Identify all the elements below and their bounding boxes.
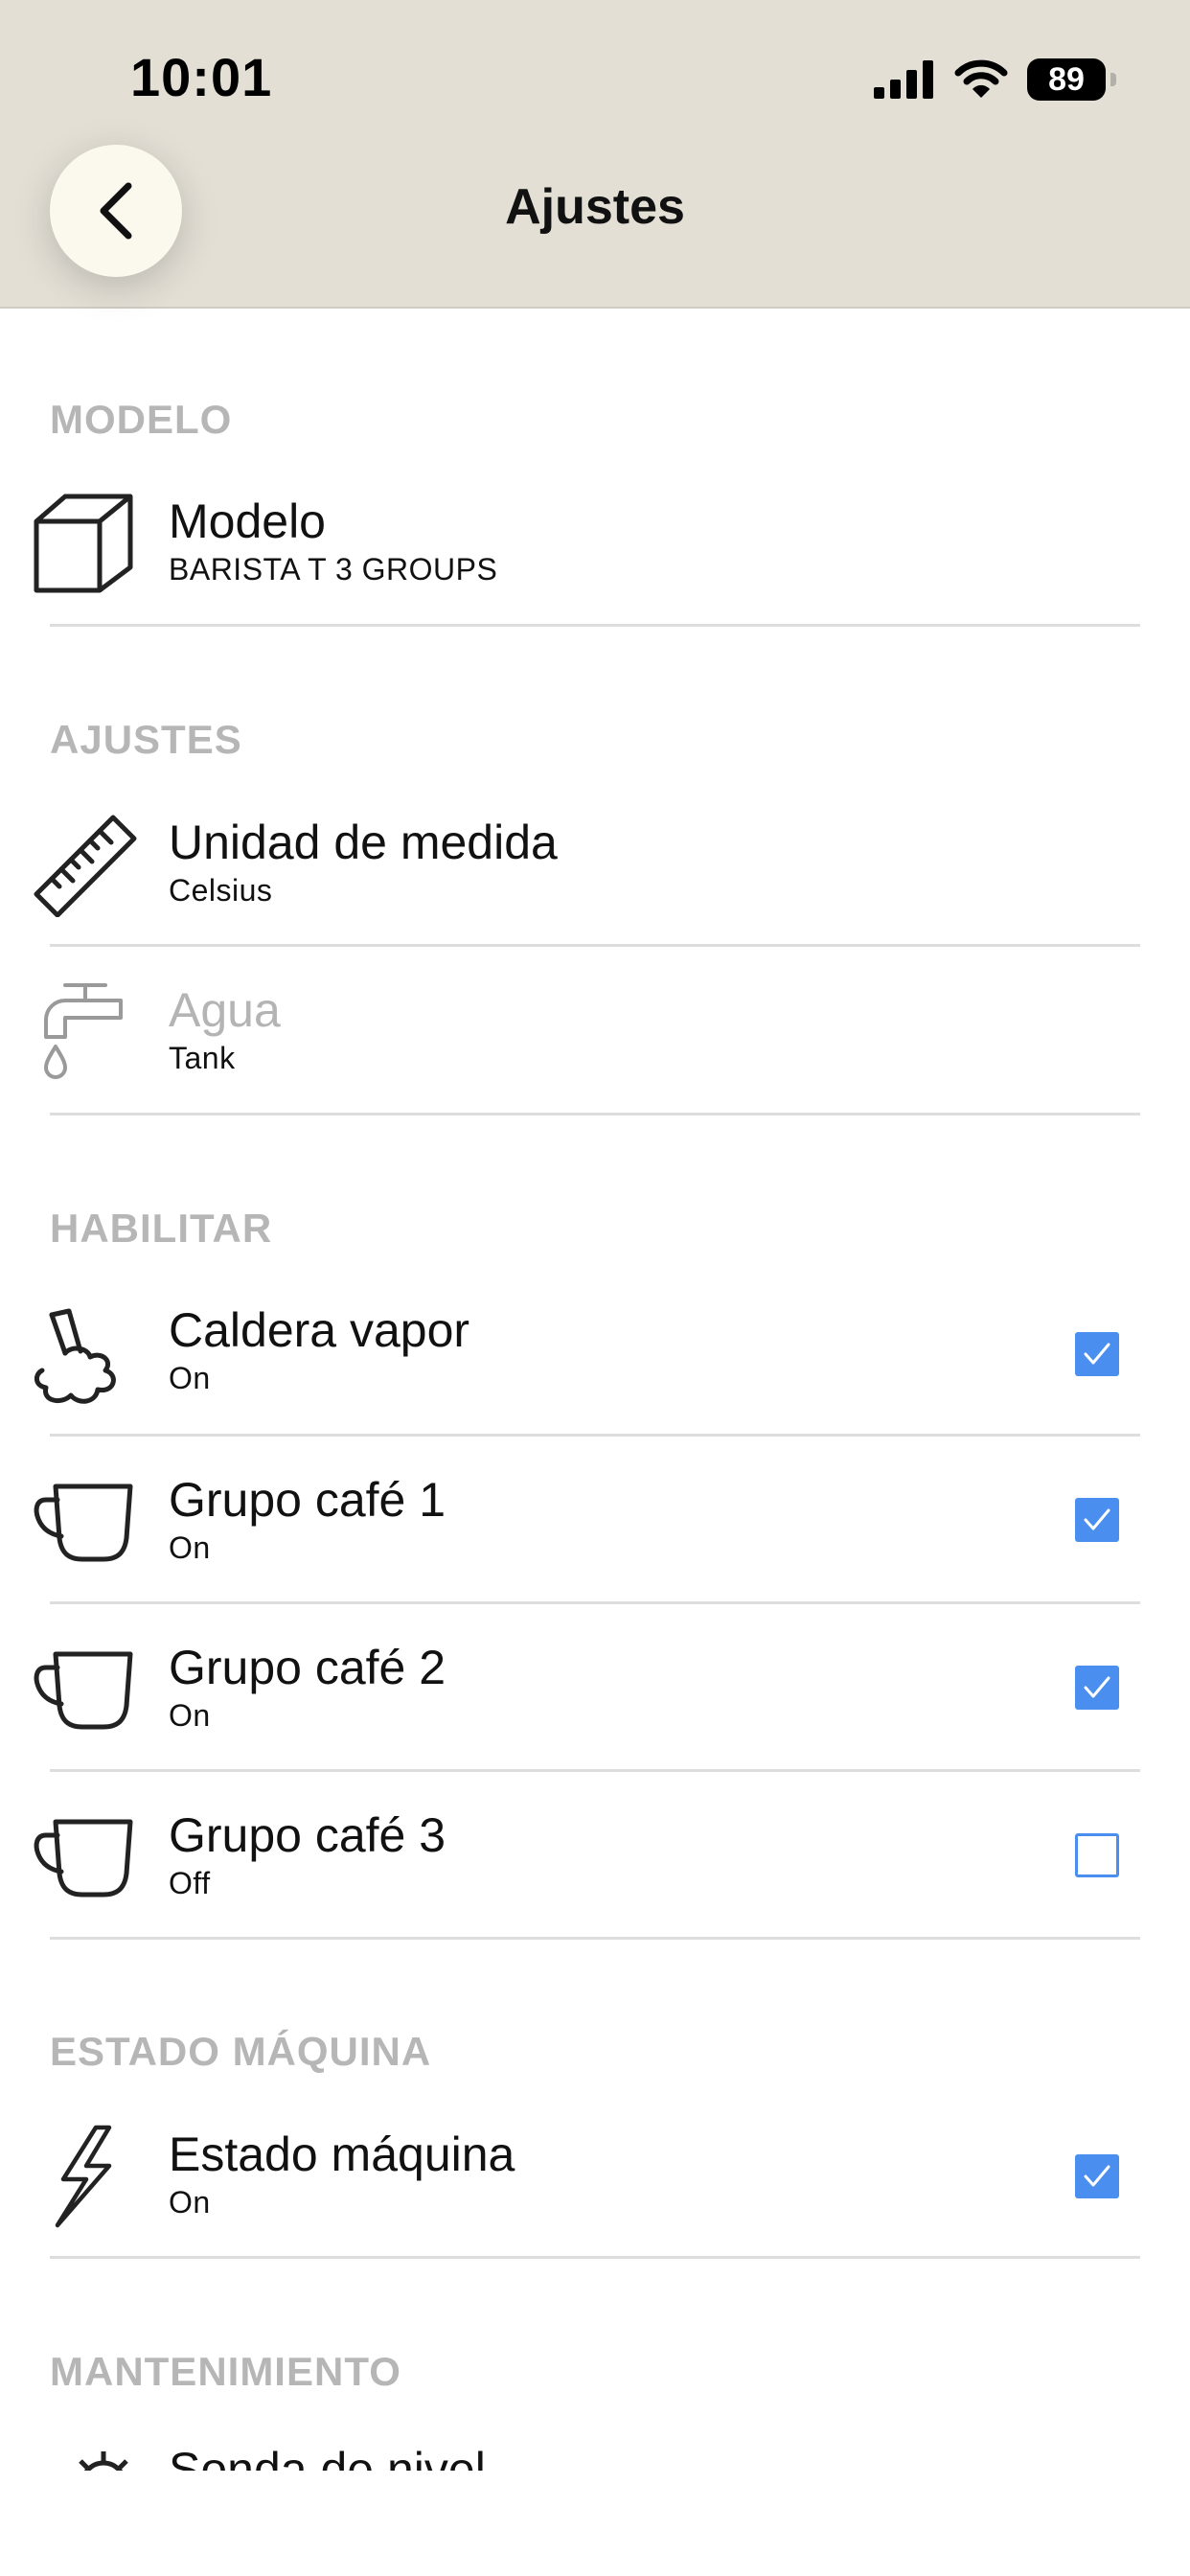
steam-wand-icon	[34, 1308, 116, 1404]
grupo-cafe-2-checkbox[interactable]	[1075, 1666, 1119, 1710]
row-title: Estado máquina	[169, 2128, 515, 2181]
cube-icon	[34, 494, 133, 593]
row-subtitle: On	[169, 1698, 211, 1733]
coffee-cup-icon	[34, 1819, 133, 1898]
setting-row-estado-maquina[interactable]: Estado máquina On	[0, 2112, 1190, 2258]
battery-icon: 89	[1027, 58, 1116, 101]
divider	[50, 1434, 1140, 1437]
setting-row-grupo-cafe-3[interactable]: Grupo café 3 Off	[0, 1793, 1190, 1939]
divider	[50, 1769, 1140, 1772]
row-subtitle: On	[169, 1530, 211, 1565]
section-header-habilitar: HABILITAR	[50, 1206, 273, 1251]
setting-row-unidad-medida[interactable]: Unidad de medida Celsius	[0, 800, 1190, 944]
row-subtitle: Celsius	[169, 873, 273, 908]
setting-row-grupo-cafe-1[interactable]: Grupo café 1 On	[0, 1458, 1190, 1603]
row-title: Grupo café 3	[169, 1808, 446, 1862]
setting-row-sonda-nivel[interactable]: Sonda de nivel	[0, 2430, 1190, 2471]
cellular-signal-icon	[874, 60, 933, 99]
navigation-header: 10:01 89 Ajustes	[0, 0, 1190, 309]
section-header-ajustes: AJUSTES	[50, 717, 242, 762]
row-title: Modelo	[169, 494, 326, 548]
row-title: Unidad de medida	[169, 816, 558, 869]
section-header-estado-maquina: ESTADO MÁQUINA	[50, 2029, 432, 2074]
row-title: Agua	[169, 983, 281, 1037]
row-subtitle: Tank	[169, 1041, 236, 1075]
status-time: 10:01	[130, 47, 273, 107]
status-icons: 89	[874, 56, 1116, 104]
page-title: Ajustes	[505, 179, 685, 235]
coffee-cup-icon	[34, 1651, 133, 1730]
scroll-clip: Sonda de nivel	[0, 2430, 1190, 2471]
divider	[50, 624, 1140, 627]
gear-icon	[79, 2451, 128, 2471]
row-title: Caldera vapor	[169, 1303, 470, 1357]
checkmark-icon	[1084, 2165, 1110, 2187]
row-title: Sonda de nivel	[169, 2443, 486, 2471]
divider	[50, 1937, 1140, 1940]
estado-maquina-checkbox[interactable]	[1075, 2154, 1119, 2198]
row-title: Grupo café 2	[169, 1641, 446, 1694]
coffee-cup-icon	[34, 1484, 133, 1562]
checkmark-icon	[1084, 1343, 1110, 1365]
row-subtitle: On	[169, 2185, 211, 2220]
caldera-vapor-checkbox[interactable]	[1075, 1332, 1119, 1376]
divider	[50, 944, 1140, 947]
setting-row-modelo[interactable]: Modelo BARISTA T 3 GROUPS	[0, 479, 1190, 625]
row-subtitle: Off	[169, 1866, 211, 1900]
ruler-icon	[34, 815, 137, 917]
row-subtitle: On	[169, 1361, 211, 1395]
section-header-modelo: MODELO	[50, 397, 233, 442]
checkmark-icon	[1084, 1676, 1110, 1698]
setting-row-grupo-cafe-2[interactable]: Grupo café 2 On	[0, 1625, 1190, 1771]
divider	[50, 1601, 1140, 1604]
divider	[50, 2256, 1140, 2259]
row-subtitle: BARISTA T 3 GROUPS	[169, 552, 498, 586]
setting-row-caldera-vapor[interactable]: Caldera vapor On	[0, 1288, 1190, 1434]
section-header-mantenimiento: MANTENIMIENTO	[50, 2349, 401, 2394]
row-title: Grupo café 1	[169, 1473, 446, 1527]
grupo-cafe-1-checkbox[interactable]	[1075, 1498, 1119, 1542]
divider	[50, 1113, 1140, 1116]
setting-row-agua[interactable]: Agua Tank	[0, 968, 1190, 1114]
wifi-icon	[954, 59, 1008, 98]
lightning-bolt-icon	[55, 2125, 112, 2228]
water-tap-icon	[44, 983, 123, 1079]
battery-level: 89	[1048, 60, 1085, 98]
checkmark-icon	[1084, 1508, 1110, 1530]
grupo-cafe-3-checkbox[interactable]	[1075, 1833, 1119, 1877]
